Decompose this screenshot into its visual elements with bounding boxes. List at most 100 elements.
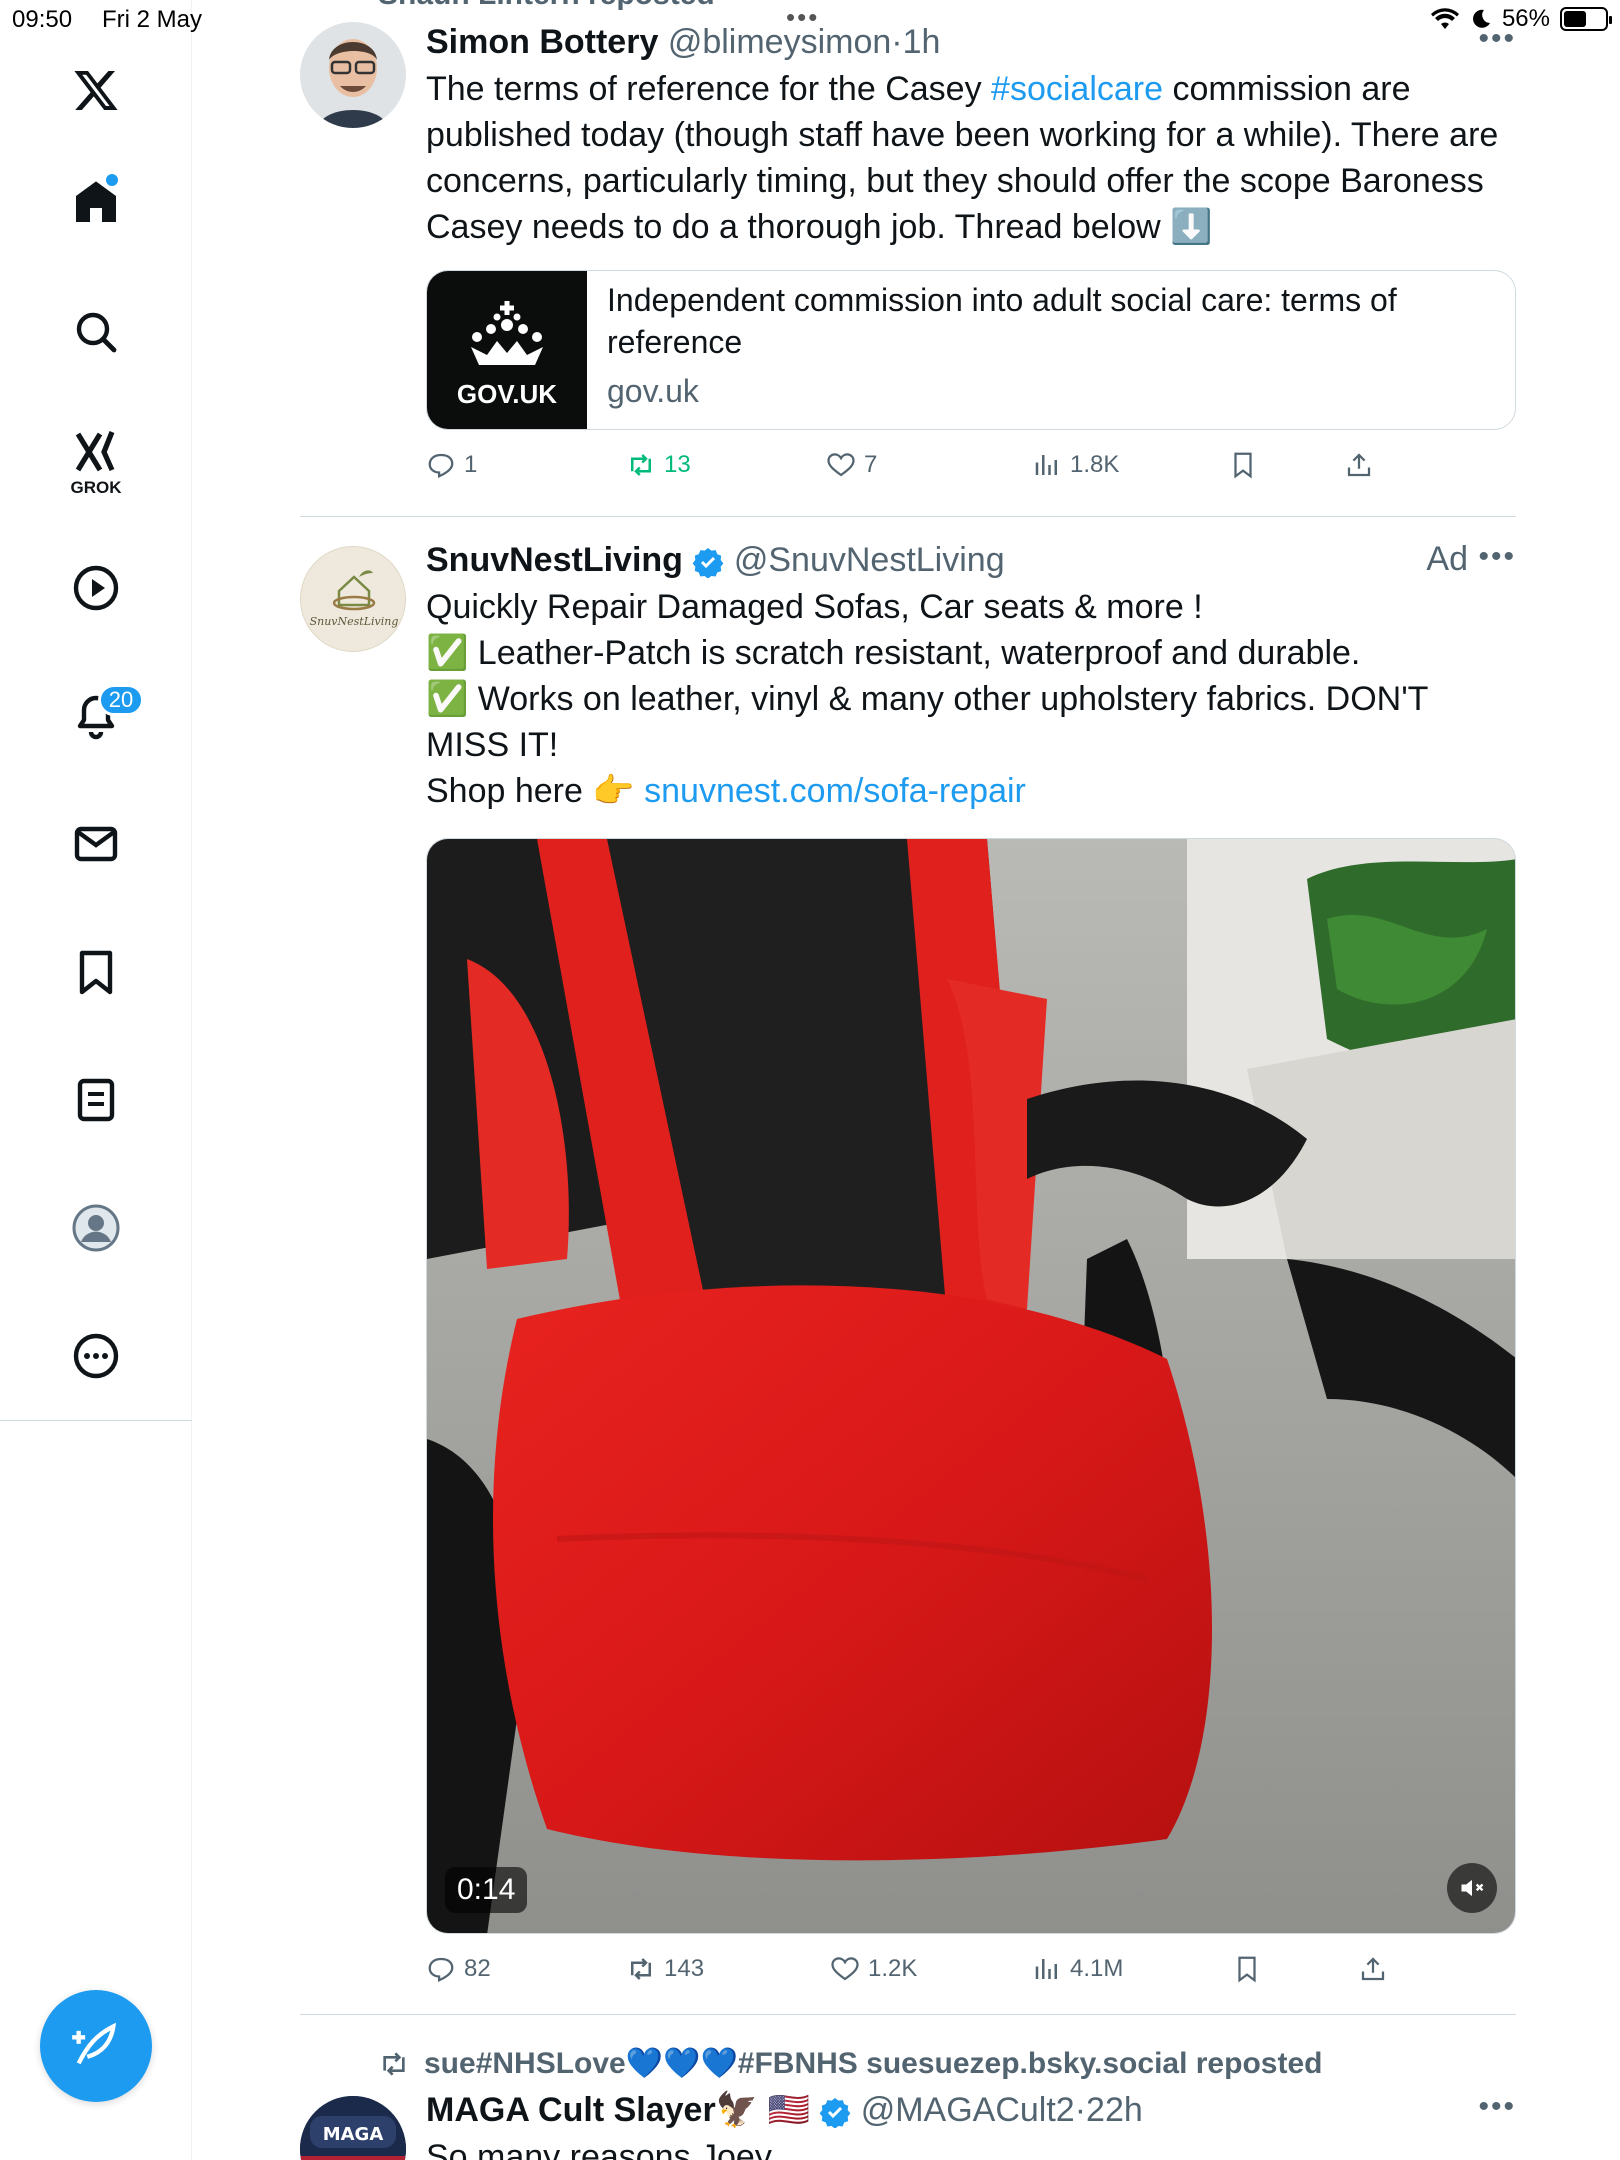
views-chart-icon	[1035, 455, 1057, 475]
repost-line: sue#NHSLove💙💙💙#FBNHS suesuezep.bsky.soci…	[378, 2046, 1322, 2081]
shop-prefix: Shop here 👉	[426, 772, 645, 810]
tweet-text: The terms of reference for the Casey #so…	[426, 66, 1516, 250]
compose-feather-icon	[72, 2022, 117, 2065]
repost-small-icon	[383, 2051, 405, 2076]
repost-count: 13	[664, 451, 691, 478]
reply-icon	[428, 453, 454, 478]
avatar-text: MAGA	[323, 2124, 384, 2145]
video-play-icon[interactable]	[60, 552, 132, 624]
ad-line-1: Quickly Repair Damaged Sofas, Car seats …	[426, 588, 1203, 626]
battery-level	[1564, 11, 1586, 27]
tweet-actions: 82 143 1.2K 4.1M	[300, 1954, 1516, 1994]
views-button[interactable]: 4.1M	[1032, 1954, 1123, 1984]
video-duration: 0:14	[445, 1867, 528, 1913]
timestamp[interactable]: 22h	[1086, 2091, 1143, 2129]
wifi-icon	[1430, 8, 1459, 30]
repost-count: 143	[664, 1955, 705, 1982]
verified-badge-icon	[693, 548, 724, 579]
reposted-by-text[interactable]: sue#NHSLove💙💙💙#FBNHS suesuezep.bsky.soci…	[424, 2046, 1322, 2081]
gov-uk-thumbnail: GOV.UK	[427, 271, 587, 429]
tweet-text: So many reasons Joey	[426, 2138, 772, 2160]
battery-percent: 56%	[1501, 5, 1550, 32]
tweet-header: MAGA Cult Slayer🦅 🇺🇸 @MAGACult2·22h	[426, 2090, 1516, 2130]
more-options-icon[interactable]: •••	[1478, 540, 1516, 574]
display-name[interactable]: MAGA Cult Slayer🦅 🇺🇸	[426, 2091, 810, 2129]
ad-label: Ad	[1426, 540, 1468, 578]
reply-button[interactable]: 82	[426, 1954, 491, 1984]
link-preview-card[interactable]: GOV.UK Independent commission into adult…	[426, 270, 1516, 430]
like-button[interactable]: 1.2K	[830, 1954, 917, 1984]
card-domain: gov.uk	[607, 373, 699, 409]
card-thumb-label: GOV.UK	[456, 378, 558, 409]
compose-post-button[interactable]	[40, 1990, 152, 2102]
repost-icon	[631, 1958, 651, 1980]
mute-toggle-button[interactable]	[1447, 1863, 1497, 1913]
more-options-icon[interactable]	[60, 1320, 132, 1392]
bookmark-icon	[1238, 1956, 1256, 1983]
home-unread-dot	[106, 174, 118, 186]
tweet-simon-bottery[interactable]: Simon Bottery @blimeysimon·1h ••• The te…	[300, 22, 1516, 512]
status-bar: 09:50 Fri 2 May ••• 56%	[0, 0, 1620, 40]
repost-button[interactable]: 13	[626, 450, 691, 480]
profile-avatar-icon[interactable]	[60, 1192, 132, 1264]
avatar-maga-cult-slayer[interactable]: MAGA	[300, 2096, 406, 2160]
crown-icon	[471, 300, 543, 365]
search-icon[interactable]	[60, 296, 132, 368]
repost-icon	[631, 454, 651, 476]
tweet-header: SnuvNestLiving @SnuvNestLiving	[426, 540, 1516, 580]
verified-badge-icon	[819, 2098, 851, 2129]
share-button[interactable]	[1344, 450, 1374, 480]
bookmarks-icon[interactable]	[60, 936, 132, 1008]
views-button[interactable]: 1.8K	[1032, 450, 1119, 480]
battery-icon	[1560, 7, 1612, 31]
text-segment: The terms of reference for the Casey	[426, 70, 992, 108]
more-options-icon[interactable]: •••	[1478, 2090, 1516, 2124]
view-count: 1.8K	[1070, 451, 1120, 478]
separator-dot: ·	[1074, 2091, 1087, 2129]
tweet-snuvnestliving-ad[interactable]: SnuvNestLiving SnuvNestLiving @SnuvNestL…	[300, 540, 1516, 2010]
tweet-divider	[300, 516, 1516, 517]
bookmark-button[interactable]	[1232, 1954, 1262, 1984]
handle[interactable]: @MAGACult2	[861, 2091, 1075, 2129]
ad-line-3: ✅ Works on leather, vinyl & many other u…	[426, 680, 1428, 764]
shop-link[interactable]: snuvnest.com/sofa-repair	[644, 772, 1026, 810]
reply-button[interactable]: 1	[426, 450, 477, 480]
x-logo-icon[interactable]	[60, 54, 132, 126]
bookmark-button[interactable]	[1228, 450, 1258, 480]
reply-count: 1	[464, 451, 478, 478]
display-name[interactable]: SnuvNestLiving	[426, 541, 683, 579]
ad-line-2: ✅ Leather-Patch is scratch resistant, wa…	[426, 634, 1361, 672]
like-count: 1.2K	[868, 1955, 918, 1982]
handle[interactable]: @SnuvNestLiving	[734, 541, 1005, 579]
sidebar: GROK 20	[0, 0, 192, 2160]
status-indicators: 56%	[1430, 5, 1612, 33]
tweet-text: Quickly Repair Damaged Sofas, Car seats …	[426, 584, 1516, 814]
notifications-badge: 20	[98, 684, 144, 716]
video-player[interactable]: 0:14	[426, 838, 1516, 1934]
tweet-maga-cult-slayer[interactable]: sue#NHSLove💙💙💙#FBNHS suesuezep.bsky.soci…	[300, 2040, 1516, 2160]
moon-icon	[1473, 9, 1490, 28]
share-button[interactable]	[1358, 1954, 1388, 1984]
view-count: 4.1M	[1070, 1955, 1124, 1982]
speaker-muted-icon	[1461, 1879, 1484, 1897]
hashtag-link[interactable]: #socialcare	[991, 70, 1163, 108]
share-icon	[1361, 1957, 1385, 1981]
status-date: Fri 2 May	[102, 6, 203, 33]
card-title: Independent commission into adult social…	[607, 282, 1397, 360]
lists-icon[interactable]	[60, 1064, 132, 1136]
status-time: 09:50	[12, 6, 73, 33]
video-frame-chair	[427, 839, 1515, 1933]
repost-button[interactable]: 143	[626, 1954, 704, 1984]
messages-envelope-icon[interactable]	[60, 808, 132, 880]
home-icon[interactable]	[60, 166, 132, 238]
like-button[interactable]: 7	[826, 450, 877, 480]
avatar-wordmark: SnuvNestLiving	[310, 615, 399, 628]
avatar-snuvnestliving[interactable]: SnuvNestLiving	[300, 546, 406, 652]
ad-line-4: Shop here 👉 snuvnest.com/sofa-repair	[426, 768, 1516, 814]
multitasking-dots-icon[interactable]: •••	[786, 2, 819, 33]
tweet-actions: 1 13 7 1.8K	[300, 450, 1516, 490]
reply-count: 82	[464, 1955, 491, 1982]
views-chart-icon	[1035, 1959, 1057, 1979]
tweet-divider	[300, 2014, 1516, 2015]
like-count: 7	[864, 451, 878, 478]
